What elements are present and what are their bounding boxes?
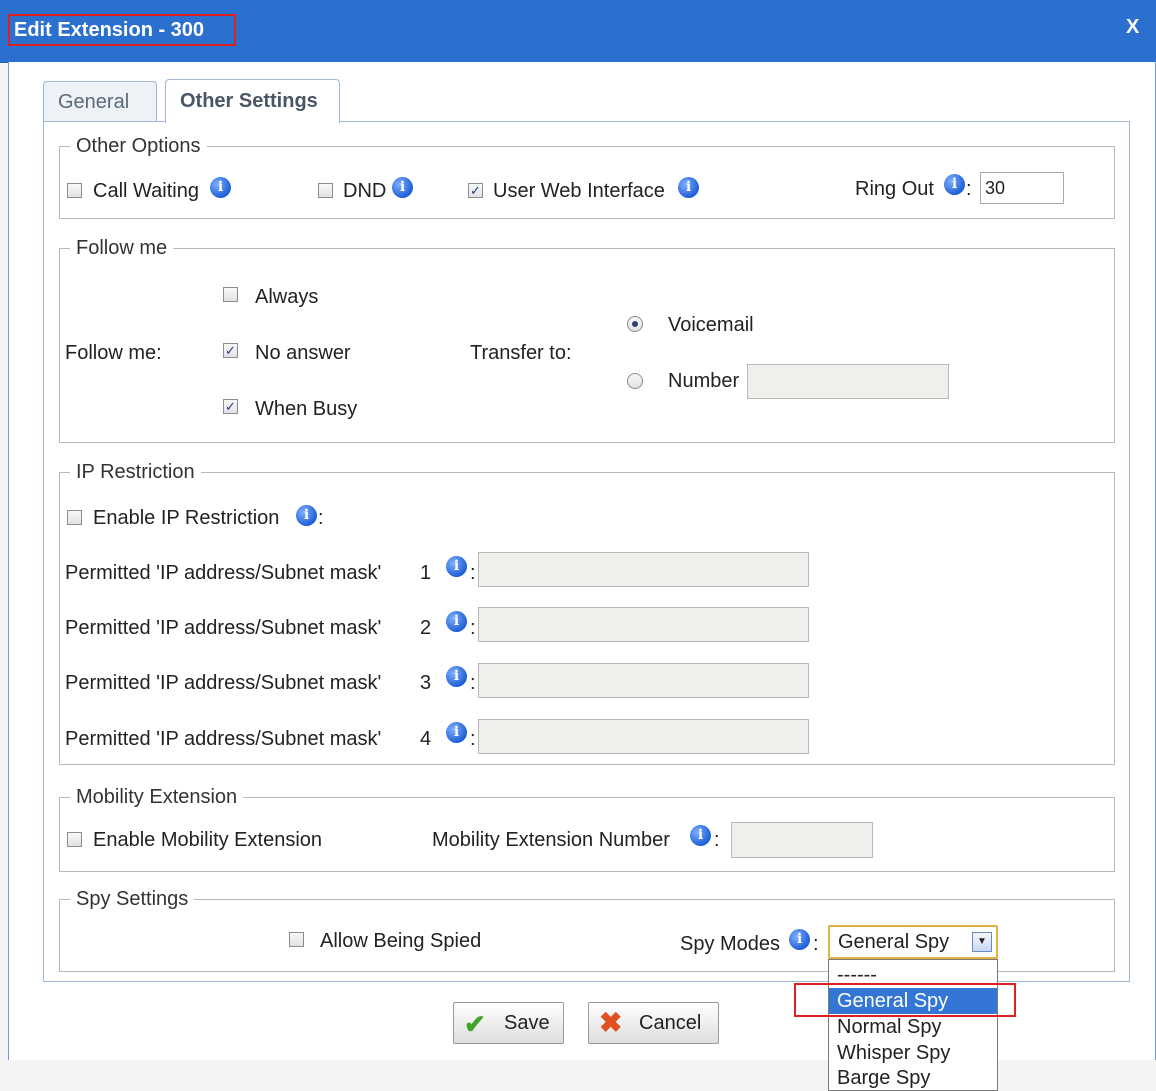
other-options-legend: Other Options <box>76 135 201 157</box>
follow-me-label: Follow me: <box>65 342 162 364</box>
save-button[interactable]: ✔ Save <box>453 1002 564 1044</box>
number-label: Number <box>668 370 740 392</box>
close-button[interactable]: X <box>1126 16 1139 39</box>
cancel-x-icon: ✖ <box>599 1007 623 1038</box>
annotation-highlight-box <box>794 983 1016 1017</box>
permitted-ip-colon-2: : <box>470 617 476 639</box>
number-input[interactable] <box>747 364 949 399</box>
follow-me-legend: Follow me <box>76 237 168 259</box>
enable-mobility-extension-label: Enable Mobility Extension <box>93 829 323 851</box>
cancel-button[interactable]: ✖ Cancel <box>588 1002 719 1044</box>
dnd-label: DND <box>343 180 387 202</box>
ip-restriction-colon: : <box>318 507 324 529</box>
permitted-ip-label-2: Permitted 'IP address/Subnet mask' <box>65 617 382 639</box>
dialog-titlebar: Edit Extension - 300 X <box>0 0 1156 63</box>
dnd-info-icon[interactable]: i <box>392 177 413 198</box>
allow-being-spied-checkbox[interactable] <box>289 932 304 947</box>
ring-out-label: Ring Out <box>855 178 934 200</box>
voicemail-radio[interactable] <box>627 316 643 332</box>
save-button-label: Save <box>504 1012 550 1034</box>
dropdown-arrow-icon[interactable]: ▼ <box>972 932 992 952</box>
spy-modes-info-icon[interactable]: i <box>789 929 810 950</box>
enable-ip-restriction-checkbox[interactable] <box>67 510 82 525</box>
always-label: Always <box>255 286 319 308</box>
voicemail-label: Voicemail <box>668 314 754 336</box>
mobility-extension-number-input[interactable] <box>731 822 873 858</box>
dialog-title: Edit Extension - 300 <box>8 14 236 46</box>
spy-mode-option-whisper[interactable]: Whisper Spy <box>829 1040 997 1066</box>
spy-modes-colon: : <box>813 933 819 955</box>
spy-settings-legend: Spy Settings <box>76 888 189 910</box>
spy-modes-dropdown-list: ------ General Spy Normal Spy Whisper Sp… <box>828 959 998 1091</box>
cancel-button-label: Cancel <box>639 1012 702 1034</box>
tab-general[interactable]: General <box>43 81 157 121</box>
mobility-extension-info-icon[interactable]: i <box>690 825 711 846</box>
permitted-ip-colon-1: : <box>470 562 476 584</box>
permitted-ip-label-4: Permitted 'IP address/Subnet mask' <box>65 728 382 750</box>
spy-modes-label: Spy Modes <box>680 933 781 955</box>
ip-restriction-legend: IP Restriction <box>76 461 195 483</box>
mobility-extension-legend: Mobility Extension <box>76 786 238 808</box>
mobility-extension-number-label: Mobility Extension Number <box>432 829 670 851</box>
permitted-ip-info-icon-3[interactable]: i <box>446 666 467 687</box>
no-answer-label: No answer <box>255 342 351 364</box>
when-busy-label: When Busy <box>255 398 358 420</box>
allow-being-spied-label: Allow Being Spied <box>320 930 482 952</box>
permitted-ip-info-icon-2[interactable]: i <box>446 611 467 632</box>
call-waiting-label: Call Waiting <box>93 180 199 202</box>
ring-out-colon: : <box>966 178 972 200</box>
permitted-ip-input-3[interactable] <box>478 663 809 698</box>
permitted-ip-info-icon-4[interactable]: i <box>446 722 467 743</box>
permitted-ip-index-3: 3 <box>420 672 432 694</box>
always-checkbox[interactable] <box>223 287 238 302</box>
call-waiting-info-icon[interactable]: i <box>210 177 231 198</box>
user-web-interface-checkbox[interactable]: ✓ <box>468 183 483 198</box>
checkmark-icon: ✔ <box>464 1009 486 1039</box>
ip-restriction-info-icon[interactable]: i <box>296 505 317 526</box>
when-busy-checkbox[interactable]: ✓ <box>223 399 238 414</box>
permitted-ip-label-3: Permitted 'IP address/Subnet mask' <box>65 672 382 694</box>
number-radio[interactable] <box>627 373 643 389</box>
enable-mobility-extension-checkbox[interactable] <box>67 832 82 847</box>
permitted-ip-input-2[interactable] <box>478 607 809 642</box>
mobility-extension-colon: : <box>714 829 720 851</box>
spy-mode-option-barge[interactable]: Barge Spy <box>829 1065 997 1091</box>
call-waiting-checkbox[interactable] <box>67 183 82 198</box>
permitted-ip-input-1[interactable] <box>478 552 809 587</box>
user-web-interface-label: User Web Interface <box>493 180 665 202</box>
spy-mode-option-normal[interactable]: Normal Spy <box>829 1014 997 1040</box>
permitted-ip-colon-4: : <box>470 728 476 750</box>
permitted-ip-index-1: 1 <box>420 562 432 584</box>
spy-modes-select[interactable]: General Spy ▼ <box>828 925 998 959</box>
user-web-interface-info-icon[interactable]: i <box>678 177 699 198</box>
dnd-checkbox[interactable] <box>318 183 333 198</box>
transfer-to-label: Transfer to: <box>470 342 572 364</box>
permitted-ip-index-2: 2 <box>420 617 432 639</box>
tab-other-settings[interactable]: Other Settings <box>165 79 340 123</box>
ring-out-info-icon[interactable]: i <box>944 174 965 195</box>
ring-out-input[interactable]: 30 <box>980 172 1064 204</box>
no-answer-checkbox[interactable]: ✓ <box>223 343 238 358</box>
spy-modes-selected-value: General Spy <box>838 931 950 953</box>
permitted-ip-info-icon-1[interactable]: i <box>446 556 467 577</box>
follow-me-group: Follow me <box>59 237 1115 443</box>
permitted-ip-input-4[interactable] <box>478 719 809 754</box>
permitted-ip-label-1: Permitted 'IP address/Subnet mask' <box>65 562 382 584</box>
enable-ip-restriction-label: Enable IP Restriction <box>93 507 280 529</box>
permitted-ip-colon-3: : <box>470 672 476 694</box>
permitted-ip-index-4: 4 <box>420 728 432 750</box>
